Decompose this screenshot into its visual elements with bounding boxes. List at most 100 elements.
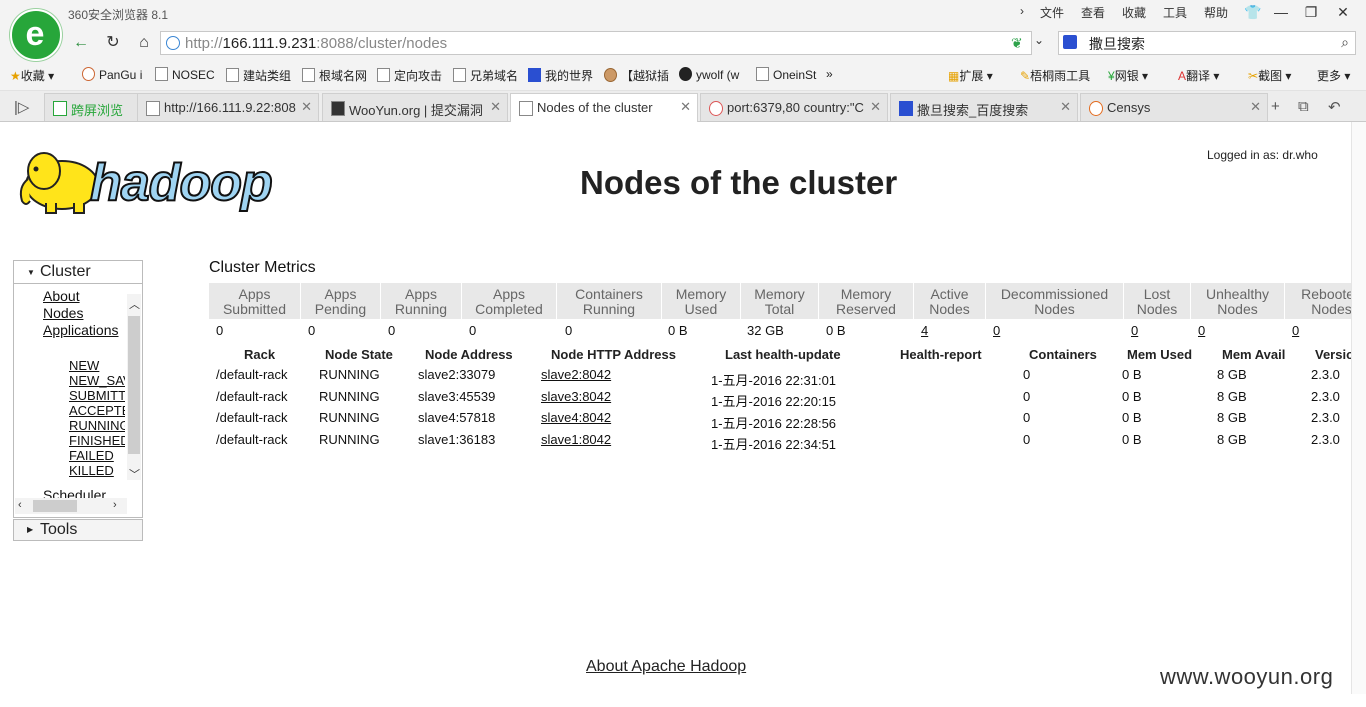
bookmark-site-build[interactable]: 建站类组 xyxy=(226,67,291,84)
more-button[interactable]: 更多 ▾ xyxy=(1317,67,1350,84)
new-tab-plus-icon[interactable]: + xyxy=(1271,98,1280,115)
column-header-version[interactable]: Version xyxy=(1315,347,1351,362)
metrics-value-unhealthy-nodes[interactable]: 0 xyxy=(1198,323,1205,338)
scroll-right-icon[interactable]: › xyxy=(113,499,117,511)
bookmark-sibling-domain[interactable]: 兄弟域名 xyxy=(453,67,518,84)
tab-close-icon[interactable]: ✕ xyxy=(301,99,312,115)
online-banking-button[interactable]: ¥网银 ▾ xyxy=(1108,67,1148,84)
sidebar-app-state-failed[interactable]: FAILED xyxy=(69,448,125,463)
tab-close-icon[interactable]: ✕ xyxy=(1250,99,1261,115)
bookmark-favorites[interactable]: ★收藏 ▾ xyxy=(10,67,54,84)
back-arrow-icon[interactable]: ← xyxy=(70,33,92,53)
menu-file[interactable]: 文件 xyxy=(1040,4,1064,21)
sidebar-hscroll-thumb[interactable] xyxy=(33,500,77,512)
column-header-node-http-address[interactable]: Node HTTP Address xyxy=(551,347,676,362)
sidebar-toggle-icon[interactable]: |▷ xyxy=(14,98,29,116)
metrics-value-active-nodes[interactable]: 4 xyxy=(921,323,928,338)
cell-node-http-address-link[interactable]: slave3:8042 xyxy=(541,389,611,404)
sidebar-tools-header[interactable]: ▶ Tools xyxy=(13,519,143,541)
about-apache-hadoop-link[interactable]: About Apache Hadoop xyxy=(586,658,746,676)
sidebar-vertical-scrollbar[interactable]: ︿ ﹀ xyxy=(127,294,141,482)
bookmark-root-domain[interactable]: 根域名网 xyxy=(302,67,367,84)
scroll-left-icon[interactable]: ‹ xyxy=(18,499,22,511)
bookmark-oneinst[interactable]: OneinSt xyxy=(756,67,816,82)
hadoop-logo[interactable]: hadoop xyxy=(14,145,314,220)
page-vertical-scrollbar[interactable] xyxy=(1351,122,1366,694)
tab-close-icon[interactable]: ✕ xyxy=(490,99,501,115)
home-icon[interactable]: ⌂ xyxy=(133,33,155,53)
tab-list-icon[interactable]: ⧉ xyxy=(1298,98,1309,115)
metrics-value-lost-nodes[interactable]: 0 xyxy=(1131,323,1138,338)
undo-close-tab-icon[interactable]: ↶ xyxy=(1328,98,1341,116)
sidebar-link-nodes[interactable]: Nodes xyxy=(43,305,83,321)
sidebar-link-about[interactable]: About xyxy=(43,288,80,304)
cell-node-http-address-link[interactable]: slave2:8042 xyxy=(541,367,611,382)
sidebar-scroll-thumb[interactable] xyxy=(128,316,140,454)
metrics-value-decommissioned-nodes[interactable]: 0 xyxy=(993,323,1000,338)
column-header-node-address[interactable]: Node Address xyxy=(425,347,513,362)
menu-favorites[interactable]: 收藏 xyxy=(1122,4,1146,21)
tab-port-search[interactable]: port:6379,80 country:"C ✕ xyxy=(700,93,888,121)
tab-hadoop-other[interactable]: http://166.111.9.22:808 ✕ xyxy=(137,93,319,121)
column-header-mem-used[interactable]: Mem Used xyxy=(1127,347,1192,362)
sidebar-app-state-finished[interactable]: FINISHED xyxy=(69,433,125,448)
scroll-down-icon[interactable]: ﹀ xyxy=(129,466,140,482)
column-header-rack[interactable]: Rack xyxy=(244,347,275,362)
screenshot-button[interactable]: ✂截图 ▾ xyxy=(1248,67,1291,84)
baidu-paw-icon[interactable] xyxy=(1063,35,1077,49)
sidebar-app-state-killed[interactable]: KILLED xyxy=(69,463,125,478)
column-header-mem-avail[interactable]: Mem Avail xyxy=(1222,347,1285,362)
column-header-last-health-update[interactable]: Last health-update xyxy=(725,347,841,362)
address-text[interactable]: http://166.111.9.231:8088/cluster/nodes xyxy=(185,35,447,52)
column-header-node-state[interactable]: Node State xyxy=(325,347,393,362)
sidebar-app-state-new[interactable]: NEW xyxy=(69,358,125,373)
address-bar[interactable]: http://166.111.9.231:8088/cluster/nodes … xyxy=(160,31,1032,55)
tab-wooyun[interactable]: WooYun.org | 提交漏洞 ✕ xyxy=(322,93,508,121)
sidebar-link-applications[interactable]: Applications xyxy=(43,322,127,338)
maximize-button[interactable]: ❐ xyxy=(1296,2,1326,22)
cell-node-http-address-link[interactable]: slave4:8042 xyxy=(541,410,611,425)
sidebar-app-state-new-saving[interactable]: NEW_SAVING xyxy=(69,373,125,388)
tab-shodan-baidu[interactable]: 撒旦搜索_百度搜索 ✕ xyxy=(890,93,1078,121)
scroll-up-icon[interactable]: ︿ xyxy=(129,296,140,312)
search-box[interactable]: 撒旦搜索 ⌕ xyxy=(1058,31,1356,55)
menu-tools[interactable]: 工具 xyxy=(1163,4,1187,21)
menu-view[interactable]: 查看 xyxy=(1081,4,1105,21)
bookmark-targeted-attack[interactable]: 定向攻击 xyxy=(377,67,442,84)
metrics-header: Active Nodes xyxy=(914,283,986,319)
tab-close-icon[interactable]: ✕ xyxy=(1060,99,1071,115)
column-header-containers[interactable]: Containers xyxy=(1029,347,1097,362)
menu-expand-chevron-icon[interactable]: › xyxy=(1020,4,1024,18)
sidebar-horizontal-scrollbar[interactable]: ‹ › xyxy=(15,498,127,514)
sidebar-app-state-running[interactable]: RUNNING xyxy=(69,418,125,433)
skin-icon[interactable]: 👕 xyxy=(1238,2,1268,22)
tab-close-icon[interactable]: ✕ xyxy=(870,99,881,115)
metrics-value-rebooted-nodes[interactable]: 0 xyxy=(1292,323,1299,338)
reload-icon[interactable]: ↻ xyxy=(102,33,124,53)
tab-nodes-of-cluster[interactable]: Nodes of the cluster ✕ xyxy=(510,93,698,122)
bookmark-ywolf[interactable]: ywolf (w xyxy=(679,67,739,82)
browser-logo-icon[interactable]: e xyxy=(10,9,62,61)
tab-close-icon[interactable]: ✕ xyxy=(680,99,691,115)
sidebar-app-state-accepted[interactable]: ACCEPTED xyxy=(69,403,125,418)
address-dropdown-icon[interactable]: ⌄ xyxy=(1034,33,1044,47)
close-window-button[interactable]: ✕ xyxy=(1328,2,1358,22)
bookmark-my-world[interactable]: 我的世界 xyxy=(528,67,593,84)
bookmark-overflow-chevron-icon[interactable]: » xyxy=(826,67,833,81)
bookmark-jailbreak[interactable]: 【越狱插 xyxy=(604,67,669,84)
wutongyu-tools-button[interactable]: ✎梧桐雨工具 xyxy=(1020,67,1090,84)
bookmark-nosec[interactable]: NOSEC xyxy=(155,67,215,82)
cell-node-http-address-link[interactable]: slave1:8042 xyxy=(541,432,611,447)
bookmark-pangu[interactable]: PanGu i xyxy=(82,67,142,82)
search-icon[interactable]: ⌕ xyxy=(1341,34,1349,51)
menu-help[interactable]: 帮助 xyxy=(1204,4,1228,21)
minimize-button[interactable]: — xyxy=(1266,2,1296,22)
leaf-icon[interactable]: ❦ xyxy=(1011,35,1023,52)
tab-censys[interactable]: Censys ✕ xyxy=(1080,93,1268,121)
extensions-button[interactable]: ▦扩展 ▾ xyxy=(948,67,993,84)
sidebar-app-state-submitted[interactable]: SUBMITTED xyxy=(69,388,125,403)
column-header-health-report[interactable]: Health-report xyxy=(900,347,982,362)
translate-button[interactable]: A翻译 ▾ xyxy=(1178,67,1219,84)
search-input[interactable]: 撒旦搜索 xyxy=(1089,34,1145,54)
sidebar-cluster-header[interactable]: ▼ Cluster xyxy=(14,261,142,284)
